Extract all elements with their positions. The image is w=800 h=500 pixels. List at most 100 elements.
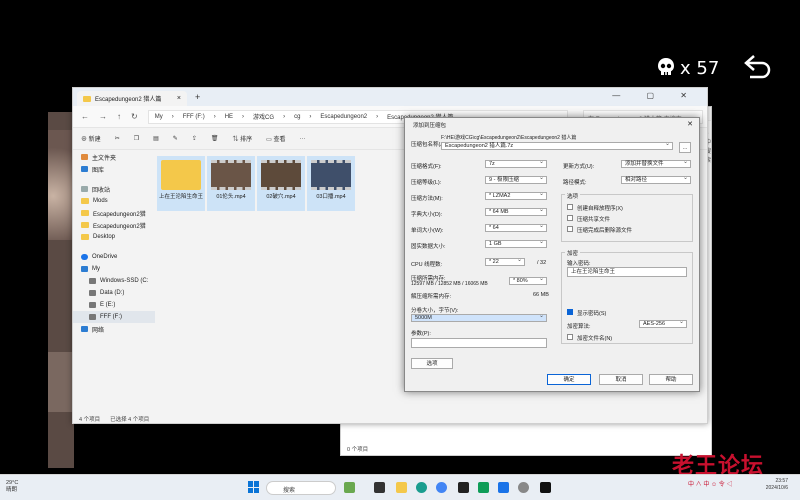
more-icon[interactable]: ··· (300, 136, 306, 142)
encrypt-names-checkbox[interactable] (567, 334, 573, 340)
file-explorer-icon[interactable] (396, 482, 407, 493)
password-label: 输入密码: (567, 261, 591, 267)
app-icon[interactable] (458, 482, 469, 493)
dictionary-select[interactable]: * 64 MB (485, 207, 547, 216)
delete-after-checkbox[interactable] (567, 226, 573, 232)
breadcrumb-item[interactable]: cg (294, 114, 300, 120)
nav-item-gallery[interactable]: 图库 (73, 163, 155, 175)
nav-item-onedrive[interactable]: OneDrive (73, 251, 155, 263)
show-password-checkbox[interactable] (567, 309, 573, 315)
cpu-total: / 32 (537, 260, 547, 266)
help-button[interactable]: 帮助 (649, 374, 693, 385)
widget-icon[interactable] (344, 482, 355, 493)
taskbar-search[interactable]: 搜索 (266, 481, 336, 495)
cut-icon[interactable]: ✂ (115, 135, 120, 142)
close-tab-icon[interactable]: × (177, 95, 181, 102)
breadcrumb-item[interactable]: 游戏CG (253, 112, 274, 121)
archive-name-input[interactable]: Escapedungeon2 猎人篇.7z (441, 141, 673, 150)
add-to-archive-dialog[interactable]: 添加到压缩包 ✕ 压缩包名称(A): F:\HE\游戏CG\cg\Escaped… (404, 117, 700, 392)
sort-button[interactable]: ⇅ 排序 (232, 134, 252, 143)
format-select[interactable]: 7z (485, 159, 547, 168)
memory-percent-select[interactable]: * 80% (509, 276, 547, 285)
app-icon[interactable] (518, 482, 529, 493)
folder-icon (81, 210, 89, 216)
password-input[interactable]: 上在王沦陷生命王 (567, 267, 687, 277)
word-size-select[interactable]: * 64 (485, 223, 547, 232)
window-controls[interactable]: — ▢ ✕ (612, 91, 699, 100)
nav-item-folder[interactable]: Escapedungeon2猎 (73, 219, 155, 231)
clock[interactable]: 23:57 2024/10/6 (752, 478, 788, 492)
system-tray[interactable]: 中 ∧ 中 ☺ 令 ◁ (688, 479, 732, 488)
cancel-button[interactable]: 取消 (599, 374, 643, 385)
split-size-input[interactable]: 5000M (411, 313, 547, 322)
breadcrumb-item[interactable]: My (155, 114, 163, 120)
encryption-method-select[interactable]: AES-256 (639, 319, 687, 328)
file-item[interactable]: 上在王沦陷生命王 (157, 156, 205, 211)
view-button[interactable]: ▭ 查看 (266, 134, 285, 143)
refresh-icon[interactable]: ↻ (131, 112, 138, 121)
back-icon[interactable]: ← (81, 112, 89, 121)
folder-icon (161, 160, 201, 190)
new-tab-icon[interactable]: + (195, 92, 200, 102)
folder-icon (83, 95, 91, 102)
nav-item-drive-f[interactable]: FFF (F:) (73, 311, 155, 323)
paste-icon[interactable]: ▤ (153, 135, 159, 142)
file-item[interactable]: 03口播.mp4 (307, 156, 355, 211)
breadcrumb-item[interactable]: Escapedungeon2 (320, 114, 367, 120)
nav-item-this-pc[interactable]: My (73, 263, 155, 275)
nav-label: Mods (93, 198, 108, 204)
nav-item-drive-c[interactable]: Windows-SSD (C: (73, 275, 155, 287)
copy-icon[interactable]: ❐ (134, 135, 139, 142)
sfx-checkbox[interactable] (567, 204, 573, 210)
weather-widget[interactable]: 29°C 晴朗 (6, 480, 18, 494)
edge-icon[interactable] (416, 482, 427, 493)
back-arrow-icon[interactable] (742, 52, 774, 82)
tab-current-folder[interactable]: Escapedungeon2 猎人篇 × (77, 91, 187, 106)
nav-item-drive-d[interactable]: Data (D:) (73, 287, 155, 299)
split-size-label: 分卷大小，字节(V): (411, 308, 459, 314)
new-button[interactable]: ⊕ 新建 (81, 134, 101, 143)
update-mode-select[interactable]: 添加并替换文件 (621, 159, 691, 168)
task-view-icon[interactable] (374, 482, 385, 493)
delete-icon[interactable]: 🗑 (211, 135, 219, 142)
shared-files-label: 压缩共享文件 (577, 217, 611, 223)
rename-icon[interactable]: ✎ (173, 135, 178, 142)
shared-files-checkbox[interactable] (567, 215, 573, 221)
share-icon[interactable]: ⇪ (192, 135, 197, 142)
nav-item-recycle-bin[interactable]: 回收站 (73, 183, 155, 195)
file-list: 上在王沦陷生命王 01伦头.mp4 02破穴.mp4 03口播.mp4 (155, 151, 405, 251)
nav-item-desktop[interactable]: Desktop (73, 231, 155, 243)
params-input[interactable] (411, 338, 547, 348)
nav-item-home[interactable]: 主文件夹 (73, 151, 155, 163)
cpu-threads-select[interactable]: * 22 (485, 257, 525, 266)
nav-item-mods[interactable]: Mods (73, 195, 155, 207)
nav-label: My (92, 266, 100, 272)
file-name: 上在王沦陷生命王 (158, 194, 203, 200)
start-icon[interactable] (248, 481, 260, 493)
close-icon[interactable]: ✕ (687, 120, 693, 128)
nav-label: FFF (F:) (100, 314, 122, 320)
folder-icon (81, 198, 89, 204)
nav-item-network[interactable]: 网络 (73, 323, 155, 335)
breadcrumb-item[interactable]: HE (225, 114, 233, 120)
forward-icon[interactable]: → (99, 112, 107, 121)
file-item[interactable]: 02破穴.mp4 (257, 156, 305, 211)
options-button[interactable]: 选项 (411, 358, 453, 369)
chrome-icon[interactable] (436, 482, 447, 493)
app-icon[interactable] (498, 482, 509, 493)
breadcrumb-item[interactable]: FFF (F:) (183, 114, 205, 120)
solid-size-select[interactable]: 1 GB (485, 239, 547, 248)
nav-item-drive-e[interactable]: E (E:) (73, 299, 155, 311)
ok-button[interactable]: 确定 (547, 374, 591, 385)
decompress-memory-value: 66 MB (533, 292, 549, 298)
nav-item-folder[interactable]: Escapedungeon2猎 (73, 207, 155, 219)
file-item[interactable]: 01伦头.mp4 (207, 156, 255, 211)
browse-button[interactable]: ... (679, 142, 691, 153)
decompress-memory-label: 解压缩所需内存: (411, 294, 452, 300)
up-icon[interactable]: ↑ (117, 112, 121, 121)
level-select[interactable]: 9 - 极限压缩 (485, 175, 547, 184)
method-select[interactable]: * LZMA2 (485, 191, 547, 200)
7zip-icon[interactable] (540, 482, 551, 493)
path-mode-select[interactable]: 相对路径 (621, 175, 691, 184)
app-icon[interactable] (478, 482, 489, 493)
